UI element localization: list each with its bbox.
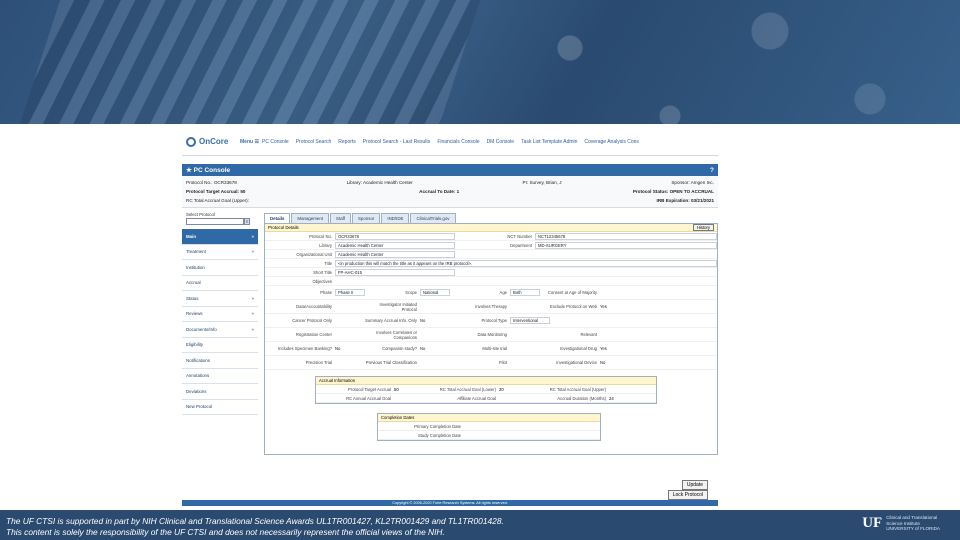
protocol-details-panel: Protocol Details History Protocol No. OC… (264, 223, 718, 455)
left-nav: Select Protocol ≡ Main» Treatment» Insti… (182, 212, 258, 455)
nav-reports[interactable]: Reports (338, 139, 356, 145)
summary-protocol-no: Protocol No.: OCR33678 (186, 180, 237, 185)
main-content: Details Management Staff Sponsor IND/IDE… (258, 212, 718, 455)
menu-button[interactable]: Menu ☰ (240, 139, 262, 145)
summary-target-accrual: Protocol Target Accrual: 50 (186, 189, 246, 194)
nav-protocol-search-last[interactable]: Protocol Search - Last Results (363, 139, 431, 145)
accrual-rc-lower-value[interactable]: 20 (499, 387, 529, 392)
help-icon[interactable]: ? (710, 167, 714, 174)
details-grid: Protocol No. OCR33678 NCT Number NCT1234… (265, 232, 717, 370)
tab-staff[interactable]: Staff (330, 213, 351, 223)
accrual-duration-value[interactable]: 24 (609, 396, 614, 401)
star-icon: ★ (186, 167, 194, 174)
title-field[interactable]: <in production this will match the title… (335, 259, 717, 267)
console-title: PC Console (193, 167, 231, 174)
org-unit-field[interactable]: Academic Health Center (335, 250, 455, 258)
investigational-device-value[interactable]: No (600, 360, 605, 365)
summary-status: Protocol Status: OPEN TO ACCRUAL (632, 189, 714, 194)
nav-protocol-search[interactable]: Protocol Search (296, 139, 332, 145)
department-field[interactable]: MD-SURGERY (535, 241, 717, 249)
completion-dates-box: Completion Dates Primary Completion Date… (377, 413, 601, 441)
completion-dates-header: Completion Dates (378, 414, 600, 422)
pc-console-header: ★ PC Console ? (182, 164, 718, 176)
accrual-info-box: Accrual Information Protocol Target Accr… (315, 376, 657, 404)
summary-pi: PI: Survey, Brian, J (522, 180, 562, 185)
scope-field[interactable]: National (420, 289, 450, 296)
summary-accrual-to-date: Accrual To Date: 1 (419, 189, 460, 194)
summary-rc-goal: RC Total Accrual Goal (Upper): (186, 198, 249, 203)
nav-item-status[interactable]: Status» (182, 291, 258, 307)
summary-accrual-value[interactable]: No (420, 318, 450, 323)
library-field[interactable]: Academic Health Center (335, 241, 455, 249)
investigational-drug-value[interactable]: Yes (600, 346, 607, 351)
nav-item-notifications[interactable]: Notifications (182, 353, 258, 369)
oncore-logo-icon (186, 136, 196, 147)
uf-ctsi-logo: UF Clinical and Translational Science In… (862, 515, 940, 532)
select-protocol-label: Select Protocol (186, 212, 215, 217)
update-button[interactable]: Update (681, 480, 708, 490)
protocol-type-field[interactable]: Interventional (510, 317, 550, 324)
nav-dm-console[interactable]: DM Console (487, 139, 515, 145)
tab-clinicaltrials[interactable]: ClinicalTrials.gov (410, 213, 456, 223)
tab-details[interactable]: Details (264, 213, 291, 223)
detail-tabs: Details Management Staff Sponsor IND/IDE… (264, 212, 718, 223)
protocol-no-field[interactable]: OCR33678 (335, 232, 455, 240)
protocol-details-header: Protocol Details History (265, 224, 717, 232)
lock-protocol-button[interactable]: Lock Protocol (667, 490, 708, 500)
exclude-web-value[interactable]: Yes (600, 304, 607, 309)
copyright-bar: Copyright © 2005-2020 Forte Research Sys… (182, 500, 718, 506)
nav-item-annotations[interactable]: Annotations (182, 368, 258, 384)
short-title-field[interactable]: FP-AHC-015 (335, 268, 455, 276)
nav-item-deviations[interactable]: Deviations (182, 384, 258, 400)
specimen-value[interactable]: No (335, 346, 365, 351)
slide-footer: The UF CTSI is supported in part by NIH … (0, 510, 960, 540)
companion-value[interactable]: No (420, 346, 450, 351)
nav-item-new-protocol[interactable]: New Protocol (182, 399, 258, 415)
nav-task-list[interactable]: Task List Template Admin (521, 139, 577, 145)
age-field[interactable]: Both (510, 289, 540, 296)
app-bar: OnCore Menu ☰ PC Console Protocol Search… (182, 128, 718, 156)
nav-item-main[interactable]: Main» (182, 229, 258, 245)
history-button[interactable]: History (692, 224, 714, 231)
nav-coverage-analysis[interactable]: Coverage Analysis Cons (584, 139, 638, 145)
nav-item-eligibility[interactable]: Eligibility (182, 337, 258, 353)
nav-pc-console[interactable]: PC Console (262, 139, 289, 145)
summary-irb: IRB Expiration: 03/21/2021 (656, 198, 714, 203)
protocol-summary: Protocol No.: OCR33678 Library: Academic… (182, 176, 718, 208)
uf-logo-text: Clinical and Translational Science Insti… (886, 515, 940, 532)
accrual-target-value[interactable]: 50 (394, 387, 424, 392)
nav-item-treatment[interactable]: Treatment» (182, 244, 258, 260)
nct-field[interactable]: NCT12345678 (535, 232, 717, 240)
nav-item-documents[interactable]: Documents/Info» (182, 322, 258, 338)
oncore-screenshot: OnCore Menu ☰ PC Console Protocol Search… (182, 128, 718, 508)
select-protocol: ≡ (186, 218, 254, 225)
oncore-logo-text: OnCore (199, 137, 229, 146)
console-body: Select Protocol ≡ Main» Treatment» Insti… (182, 212, 718, 455)
tab-sponsor[interactable]: Sponsor (352, 213, 381, 223)
nav-financials-console[interactable]: Financials Console (437, 139, 479, 145)
tree-photo (470, 0, 960, 124)
oncore-logo[interactable]: OnCore (182, 136, 240, 147)
nav-item-accrual[interactable]: Accrual (182, 275, 258, 291)
select-protocol-input[interactable] (186, 218, 244, 225)
nav-item-reviews[interactable]: Reviews» (182, 306, 258, 322)
summary-sponsor: Sponsor: Amgen Inc. (671, 180, 714, 185)
top-nav: PC Console Protocol Search Reports Proto… (262, 139, 639, 145)
phase-field[interactable]: Phase II (335, 289, 365, 296)
header-photo-banner (0, 0, 960, 124)
building-photo (19, 0, 481, 124)
funding-disclaimer: The UF CTSI is supported in part by NIH … (6, 516, 504, 537)
tab-management[interactable]: Management (291, 213, 330, 223)
nav-item-institution[interactable]: Institution (182, 260, 258, 276)
uf-logo-mark: UF (862, 515, 883, 531)
tab-ind-ide[interactable]: IND/IDE (381, 213, 410, 223)
summary-library: Library: Academic Health Center (346, 180, 413, 185)
accrual-info-header: Accrual Information (316, 377, 656, 385)
select-protocol-search-icon[interactable]: ≡ (244, 218, 250, 225)
